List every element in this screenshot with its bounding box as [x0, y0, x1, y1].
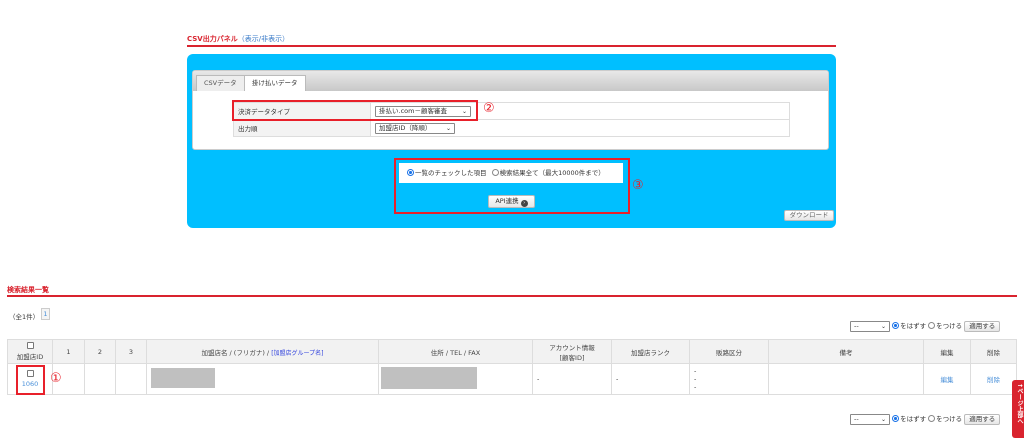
tab-kakebarai-data[interactable]: 掛け払いデータ	[244, 75, 306, 91]
channel-cell: ---	[689, 363, 769, 395]
header-1: 1	[52, 339, 85, 364]
redacted-address	[381, 367, 477, 389]
divider	[7, 295, 1017, 297]
radio-label: をはずす	[900, 322, 927, 330]
note-cell	[768, 363, 924, 395]
annotation-2: ②	[483, 101, 495, 116]
field-label: 出力順	[233, 119, 371, 137]
divider	[187, 45, 836, 47]
radio-add[interactable]	[928, 322, 936, 329]
csv-panel-title: CSV出力パネル（表示/非表示）	[187, 35, 290, 43]
sort-order-select[interactable]: 加盟店ID（降順） ⌄	[375, 122, 455, 134]
chevron-down-icon: ⌄	[880, 323, 886, 330]
results-table: 加盟店ID 1 2 3 加盟店名 / (フリガナ) / [加盟店グループ名] 住…	[7, 339, 1017, 395]
apply-button[interactable]: 適用する	[964, 414, 1001, 425]
chevron-down-icon: ⌄	[445, 124, 451, 132]
tab-csv-data[interactable]: CSVデータ	[196, 75, 245, 91]
header-account: アカウント情報 [顧客ID]	[532, 339, 612, 364]
bulk-select[interactable]: -- ⌄	[850, 414, 890, 425]
radio-label: をはずす	[900, 415, 927, 423]
table-row: 1060 - - --- 編集 削除	[7, 363, 1017, 395]
select-all-checkbox[interactable]	[26, 342, 34, 349]
chevron-down-icon: ⌄	[880, 416, 886, 423]
header-rank: 加盟店ランク	[611, 339, 690, 364]
annotation-1: ①	[50, 371, 62, 386]
header-channel: 販路区分	[689, 339, 769, 364]
results-title: 検索結果一覧	[7, 286, 49, 294]
result-count: （全1件）	[9, 313, 40, 321]
header-name: 加盟店名 / (フリガナ) / [加盟店グループ名]	[146, 339, 379, 364]
group-link[interactable]: [加盟店グループ名]	[271, 350, 323, 357]
edit-link[interactable]: 編集	[941, 376, 954, 384]
radio-remove[interactable]	[892, 322, 900, 329]
account-cell: -	[532, 363, 612, 395]
delete-link[interactable]: 削除	[987, 376, 1000, 384]
page-top-button[interactable]: ↑ページ上部へ	[1012, 380, 1024, 438]
download-button[interactable]: ダウンロード	[784, 210, 834, 221]
radio-label: をつける	[936, 415, 963, 423]
highlight-box-1	[16, 365, 45, 395]
redacted-name	[151, 368, 215, 388]
highlight-box-2	[232, 100, 478, 121]
header-edit: 編集	[923, 339, 971, 364]
toggle-link[interactable]: （表示/非表示）	[238, 35, 289, 43]
bulk-actions-top: -- ⌄ をはずす をつける 適用する	[850, 320, 1001, 332]
annotation-3: ③	[632, 178, 644, 193]
radio-label: をつける	[936, 322, 963, 330]
bulk-actions-bottom: -- ⌄ をはずす をつける 適用する	[850, 413, 1001, 425]
rank-cell: -	[611, 363, 690, 395]
header-note: 備考	[768, 339, 924, 364]
highlight-box-3	[394, 158, 630, 214]
header-id: 加盟店ID	[7, 339, 53, 364]
apply-button[interactable]: 適用する	[964, 321, 1001, 332]
header-3: 3	[115, 339, 147, 364]
bulk-select[interactable]: -- ⌄	[850, 321, 890, 332]
radio-remove[interactable]	[892, 415, 900, 422]
header-delete: 削除	[970, 339, 1017, 364]
radio-add[interactable]	[928, 415, 936, 422]
header-address: 住所 / TEL / FAX	[378, 339, 533, 364]
page-1[interactable]: 1	[41, 308, 50, 320]
header-2: 2	[84, 339, 116, 364]
